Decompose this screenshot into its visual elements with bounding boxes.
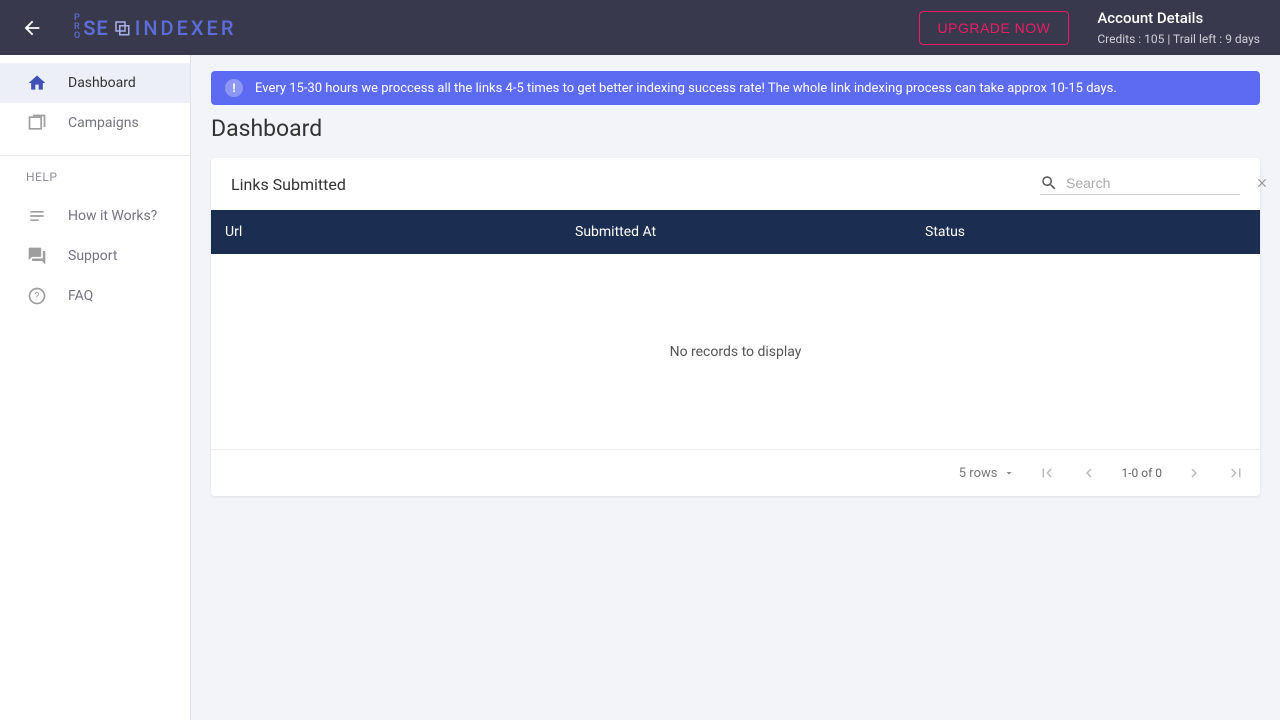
rows-label: 5 rows [959, 466, 998, 481]
logo: PRO SE INDEXER [74, 14, 236, 41]
clear-search-icon[interactable] [1255, 176, 1269, 190]
account-subtitle: Credits : 105 | Trail left : 9 days [1097, 30, 1260, 48]
logo-indexer-text: INDEXER [135, 16, 237, 40]
app-header: PRO SE INDEXER UPGRADE NOW Account Detai… [0, 0, 1280, 55]
help-circle-icon: ? [26, 285, 48, 307]
first-page-icon [1038, 464, 1056, 482]
column-submitted-at[interactable]: Submitted At [575, 224, 925, 240]
table-body: No records to display [211, 254, 1260, 450]
sidebar-item-label: Campaigns [68, 115, 139, 131]
search-input[interactable] [1066, 175, 1247, 191]
chat-icon [26, 245, 48, 267]
info-banner: ! Every 15-30 hours we proccess all the … [211, 71, 1260, 105]
sidebar-item-support[interactable]: Support [0, 236, 190, 276]
sidebar-item-campaigns[interactable]: Campaigns [0, 103, 190, 143]
account-details: Account Details Credits : 105 | Trail le… [1097, 7, 1260, 49]
info-icon: ! [225, 79, 243, 97]
svg-text:?: ? [35, 291, 40, 302]
logo-se-text: SE [83, 16, 109, 40]
sidebar-item-dashboard[interactable]: Dashboard [0, 63, 190, 103]
card-header: Links Submitted [211, 158, 1260, 210]
search-field[interactable] [1040, 174, 1240, 195]
empty-state-text: No records to display [670, 344, 802, 360]
home-icon [26, 72, 48, 94]
banner-text: Every 15-30 hours we proccess all the li… [255, 81, 1117, 96]
table-footer: 5 rows 1-0 of 0 [211, 450, 1260, 496]
sidebar-section-help: HELP [0, 170, 190, 184]
chevron-left-icon [1080, 464, 1098, 482]
layers-icon [26, 112, 48, 134]
upgrade-button[interactable]: UPGRADE NOW [919, 11, 1070, 45]
back-button[interactable] [20, 16, 44, 40]
logo-pro-text: PRO [74, 14, 81, 41]
search-icon [1040, 174, 1058, 192]
next-page-button[interactable] [1184, 463, 1204, 483]
table-header-row: Url Submitted At Status [211, 210, 1260, 254]
last-page-button[interactable] [1226, 463, 1246, 483]
last-page-icon [1227, 464, 1245, 482]
links-card: Links Submitted Url Submitted At Status [211, 158, 1260, 496]
logo-link-icon [113, 19, 131, 37]
main-content: ! Every 15-30 hours we proccess all the … [191, 55, 1280, 720]
account-title: Account Details [1097, 7, 1260, 30]
sidebar-item-label: FAQ [68, 288, 93, 304]
column-url[interactable]: Url [225, 224, 575, 240]
sidebar: Dashboard Campaigns HELP How it Works? S… [0, 55, 191, 720]
card-title: Links Submitted [231, 175, 346, 194]
sidebar-item-label: Dashboard [68, 75, 136, 91]
column-status[interactable]: Status [925, 224, 1246, 240]
prev-page-button[interactable] [1079, 463, 1099, 483]
arrow-left-icon [21, 17, 43, 39]
first-page-button[interactable] [1037, 463, 1057, 483]
sidebar-item-how-it-works[interactable]: How it Works? [0, 196, 190, 236]
sidebar-divider [0, 155, 190, 156]
book-icon [26, 205, 48, 227]
pagination-range: 1-0 of 0 [1121, 466, 1162, 480]
rows-per-page-select[interactable]: 5 rows [959, 466, 1016, 481]
chevron-down-icon [1003, 467, 1015, 479]
page-title: Dashboard [211, 115, 1260, 142]
chevron-right-icon [1185, 464, 1203, 482]
sidebar-item-label: Support [68, 248, 117, 264]
sidebar-item-faq[interactable]: ? FAQ [0, 276, 190, 316]
sidebar-item-label: How it Works? [68, 208, 157, 224]
